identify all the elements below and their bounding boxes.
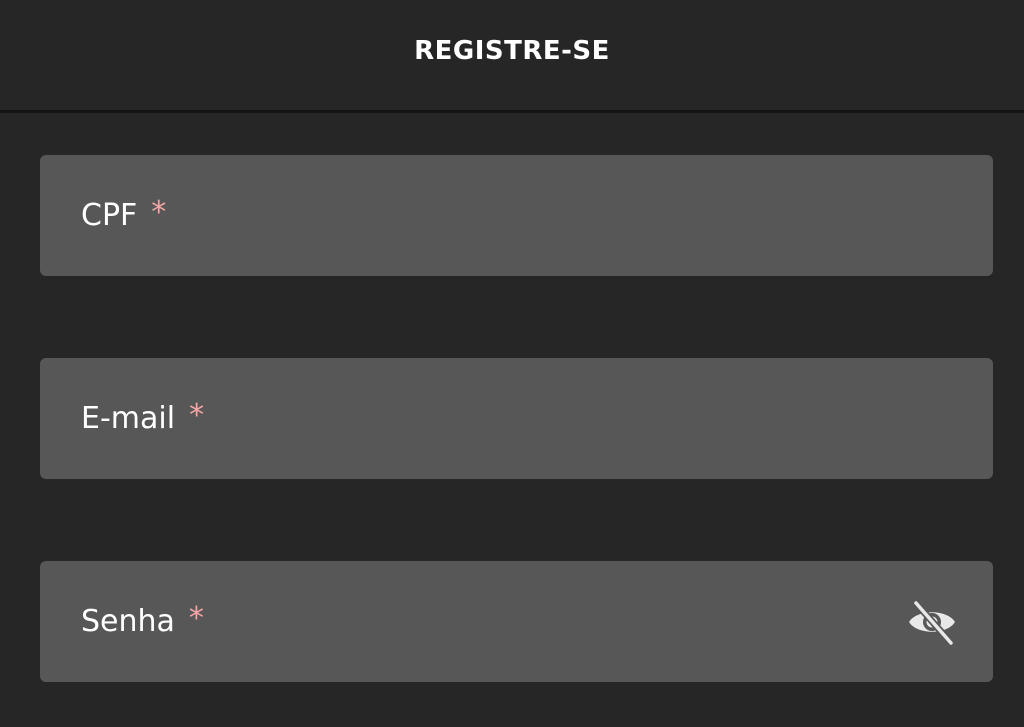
page-header: REGISTRE-SE <box>0 0 1024 113</box>
registration-form: CPF * E-mail * Senha * <box>40 155 993 682</box>
password-field[interactable]: Senha * <box>40 561 993 682</box>
required-asterisk: * <box>189 397 205 433</box>
required-asterisk: * <box>188 600 204 636</box>
page-title: REGISTRE-SE <box>414 36 610 66</box>
email-label: E-mail <box>81 400 176 436</box>
required-asterisk: * <box>151 194 167 230</box>
eye-off-icon[interactable] <box>907 599 957 645</box>
email-field[interactable]: E-mail * <box>40 358 993 479</box>
cpf-label: CPF <box>81 197 138 233</box>
password-label: Senha <box>81 603 175 639</box>
cpf-field[interactable]: CPF * <box>40 155 993 276</box>
